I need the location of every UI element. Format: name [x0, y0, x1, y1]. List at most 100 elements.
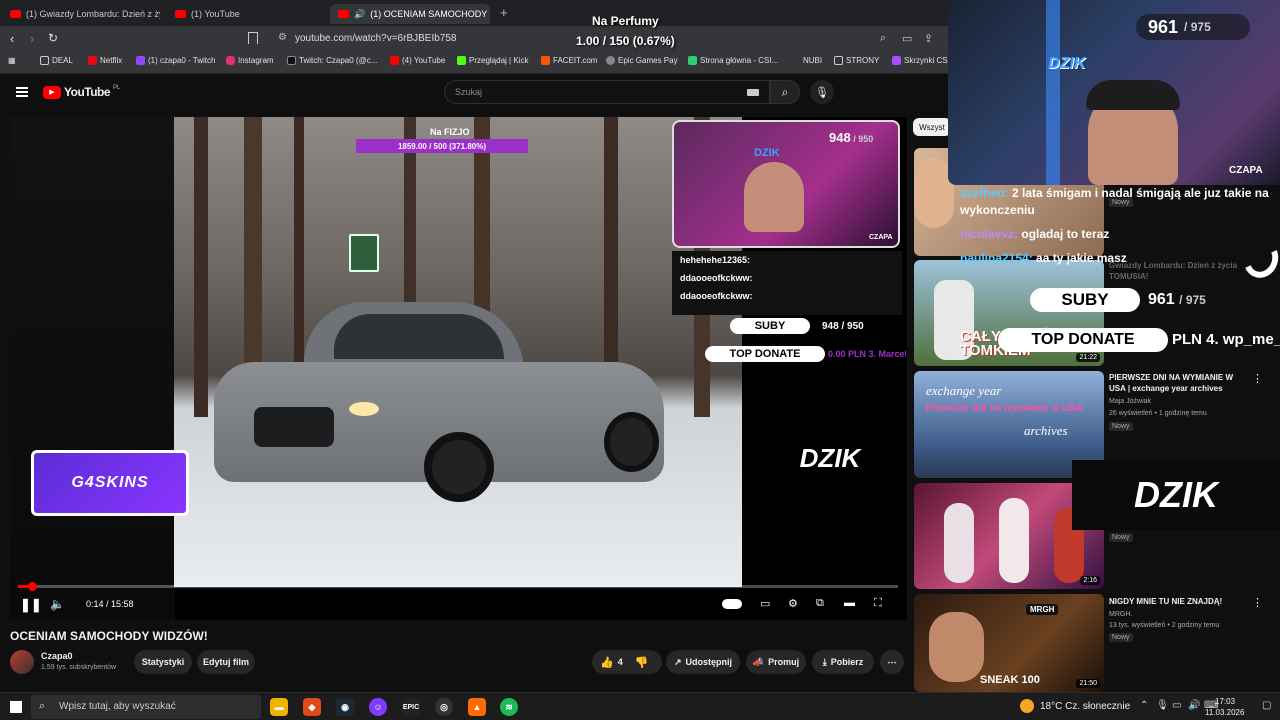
search-button[interactable]: ⌕ [770, 80, 800, 104]
epic-games-icon[interactable]: EPIC [402, 698, 420, 716]
like-icon[interactable]: 👍 [600, 656, 614, 669]
netflix-icon [88, 56, 97, 65]
bookmark-csi[interactable]: Strona główna - CSI... [688, 56, 778, 65]
suby-counter: 961 / 975 [1148, 291, 1206, 308]
search-input[interactable]: Szukaj [444, 80, 770, 104]
network-icon[interactable]: ▭ [1172, 700, 1181, 711]
download-button[interactable]: ⤓ Pobierz [812, 650, 874, 674]
csi-icon [688, 56, 697, 65]
miniplayer-icon[interactable]: ⧉ [816, 597, 824, 610]
channel-avatar[interactable] [10, 650, 34, 674]
dislike-icon[interactable]: 👎 [635, 656, 649, 669]
youtube-icon [390, 56, 399, 65]
dzik-logo-small: DZIK [754, 147, 780, 159]
obs-icon[interactable]: ◎ [435, 698, 453, 716]
cast-icon[interactable]: ▭ [902, 32, 912, 45]
filter-chip-all[interactable]: Wszyst [913, 118, 951, 136]
subs-counter: 961 / 975 [1136, 14, 1250, 40]
promote-button[interactable]: 📣 Promuj [746, 650, 806, 674]
folder-icon [834, 56, 843, 65]
chat-message: paulina2154: aa ty jakie masz [960, 251, 1127, 265]
youtube-favicon-icon [10, 10, 21, 18]
streamer-hair [1086, 80, 1180, 110]
video-player[interactable]: Na FIZJO 1859.00 / 500 (371.80%) DZIK 94… [10, 117, 907, 620]
tab-youtube[interactable]: (1) YouTube [175, 4, 265, 24]
more-actions-button[interactable]: ⋯ [880, 650, 904, 674]
stats-button[interactable]: Statystyki [134, 650, 192, 674]
tab-gwiazdy-lombardu[interactable]: (1) Gwiazdy Lombardu: Dzień z życia [10, 4, 160, 24]
keyboard-icon[interactable] [747, 89, 759, 96]
bookmark-instagram[interactable]: Instagram [226, 56, 274, 65]
suby-label: SUBY [1030, 288, 1140, 312]
bookmark-deal[interactable]: DEAL [40, 56, 73, 65]
taskbar-search-input[interactable]: ⌕ Wpisz tutaj, aby wyszukać [31, 695, 261, 719]
g4skins-sponsor-logo: G4SKINS [31, 450, 189, 516]
spotify-icon[interactable]: ≋ [500, 698, 518, 716]
speaker-icon[interactable]: 🔊 [1188, 700, 1200, 711]
weather-icon[interactable] [1020, 699, 1034, 713]
megaphone-icon: 📣 [752, 656, 765, 667]
video-time: 0:14 / 15:58 [86, 599, 134, 609]
in-video-sub-count: 948 / 950 [829, 130, 874, 145]
tray-chevron-icon[interactable]: ⌃ [1140, 700, 1148, 711]
dzik-logo-webcam: DZIK [1048, 55, 1086, 72]
kick-icon [457, 56, 466, 65]
tab-active-video[interactable]: 🔊 (1) OCENIAM SAMOCHODY W ✕ [330, 4, 490, 24]
microphone-tray-icon[interactable]: 🎙 [1156, 700, 1169, 711]
bookmark-kick[interactable]: Przeglądaj | Kick [457, 56, 528, 65]
bookmark-faceit[interactable]: FACEIT.com [541, 56, 597, 65]
theater-icon[interactable]: ▬ [844, 597, 855, 609]
autoplay-toggle[interactable] [722, 599, 742, 609]
discord-icon[interactable]: ☺ [369, 698, 387, 716]
share-icon: ↗ [673, 656, 682, 667]
settings-icon[interactable]: ⚙ [788, 597, 798, 610]
chat-user: ddaooeofkckww: [680, 291, 753, 301]
steam-icon[interactable]: ◉ [336, 698, 354, 716]
share-icon[interactable]: ⇪ [924, 32, 933, 45]
video-scrubber-handle[interactable] [28, 582, 37, 591]
channel-name[interactable]: Czapa0 [41, 651, 73, 661]
fullscreen-icon[interactable]: ⛶ [874, 597, 882, 610]
bookmark-twitch[interactable]: (1) czapa0 - Twitch [136, 56, 215, 65]
weather-text[interactable]: 18°C Cz. słonecznie [1040, 701, 1130, 712]
tree-trunk [194, 117, 208, 417]
notifications-icon[interactable]: ▢ [1262, 700, 1271, 711]
faceit-icon[interactable]: ▲ [468, 698, 486, 716]
clock-time[interactable]: 17:03 [1215, 697, 1235, 706]
file-explorer-icon[interactable]: ▬ [270, 698, 288, 716]
video-progress-track[interactable] [18, 585, 898, 588]
windows-start-icon[interactable] [9, 700, 23, 714]
brave-browser-icon[interactable]: ◆ [303, 698, 321, 716]
subtitles-icon[interactable]: ▭ [760, 597, 770, 610]
url-text: youtube.com/watch?v=6rBJBEIb758 [295, 33, 457, 44]
pause-icon[interactable]: ❚❚ [20, 597, 42, 613]
site-info-icon[interactable]: ⚙ [278, 32, 287, 43]
reload-icon[interactable]: ↻ [48, 31, 58, 45]
car-grille [254, 407, 334, 447]
bookmark-youtube[interactable]: (4) YouTube [390, 56, 445, 65]
zoom-icon[interactable]: ⌕ [880, 32, 886, 45]
bookmark-strony[interactable]: STRONY [834, 56, 879, 65]
volume-icon[interactable]: 🔈 [50, 597, 65, 611]
bookmark-tiktok[interactable]: Twitch: Czapa0 (@c... [287, 56, 377, 65]
edit-video-button[interactable]: Edytuj film [197, 650, 255, 674]
share-button[interactable]: ↗ Udostępnij [666, 650, 740, 674]
bookmark-icon[interactable] [248, 32, 258, 44]
new-tab-icon[interactable]: + [500, 5, 508, 20]
bookmark-nubi[interactable]: NUBI [803, 56, 822, 65]
menu-icon[interactable] [16, 87, 28, 97]
tab-label: (1) YouTube [191, 9, 240, 19]
voice-search-button[interactable]: 🎙 [810, 80, 834, 104]
bookmark-netflix[interactable]: Netflix [88, 56, 122, 65]
skrzynki-icon [892, 56, 901, 65]
apps-grid-icon[interactable]: ▦ [8, 56, 16, 65]
in-video-goal-title: Na FIZJO [430, 127, 470, 137]
dzik-logo-large: DZIK [1072, 460, 1280, 530]
led-strip [1046, 0, 1060, 185]
back-icon[interactable]: ‹ [10, 31, 14, 46]
streamer-label: CZAPA [1229, 165, 1263, 176]
bookmark-epic[interactable]: Epic Games Pay [606, 56, 678, 65]
clock-date[interactable]: 11.03.2026 [1205, 708, 1244, 717]
forward-icon[interactable]: › [30, 31, 34, 46]
youtube-logo[interactable]: ▶ YouTube PL [43, 85, 120, 99]
